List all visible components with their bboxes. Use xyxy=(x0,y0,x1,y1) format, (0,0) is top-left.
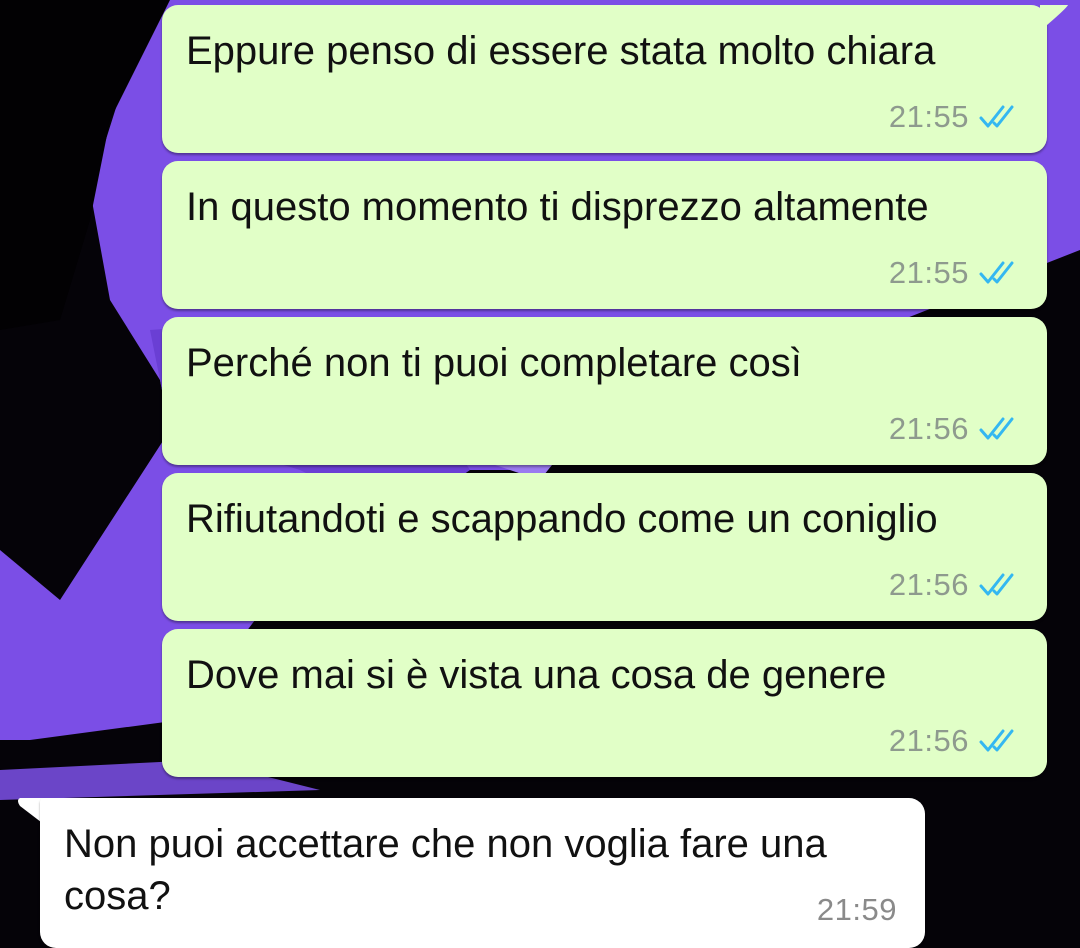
message-time: 21:56 xyxy=(888,411,969,446)
chat-thread: Eppure penso di essere stata molto chiar… xyxy=(0,0,1080,948)
outgoing-message[interactable]: Eppure penso di essere stata molto chiar… xyxy=(162,5,1047,153)
read-receipt-icon xyxy=(979,261,1014,284)
message-time: 21:56 xyxy=(888,567,969,602)
incoming-message[interactable]: Non puoi accettare che non voglia fare u… xyxy=(40,798,925,948)
message-meta: 21:55 xyxy=(889,99,1019,135)
message-meta: 21:56 xyxy=(889,567,1019,603)
message-time: 21:59 xyxy=(816,892,897,927)
message-meta: 21:56 xyxy=(889,723,1019,759)
bubble-tail xyxy=(1040,5,1068,31)
message-time: 21:55 xyxy=(888,255,969,290)
message-time: 21:56 xyxy=(888,723,969,758)
message-time: 21:55 xyxy=(888,99,969,134)
message-meta: 21:56 xyxy=(889,411,1019,447)
outgoing-message[interactable]: Perché non ti puoi completare così 21:56 xyxy=(162,317,1047,465)
message-meta: 21:55 xyxy=(889,255,1019,291)
message-text: Rifiutandoti e scappando come un conigli… xyxy=(186,497,938,541)
outgoing-message[interactable]: In questo momento ti disprezzo altamente… xyxy=(162,161,1047,309)
outgoing-message[interactable]: Rifiutandoti e scappando come un conigli… xyxy=(162,473,1047,621)
message-meta: 21:59 xyxy=(817,892,897,928)
read-receipt-icon xyxy=(979,729,1014,752)
read-receipt-icon xyxy=(979,417,1014,440)
outgoing-message[interactable]: Dove mai si è vista una cosa de genere 2… xyxy=(162,629,1047,777)
message-text: In questo momento ti disprezzo altamente xyxy=(186,185,929,229)
message-text: Dove mai si è vista una cosa de genere xyxy=(186,653,887,697)
message-text: Perché non ti puoi completare così xyxy=(186,341,802,385)
read-receipt-icon xyxy=(979,573,1014,596)
message-text: Non puoi accettare che non voglia fare u… xyxy=(64,822,827,918)
read-receipt-icon xyxy=(979,105,1014,128)
message-text: Eppure penso di essere stata molto chiar… xyxy=(186,29,936,73)
